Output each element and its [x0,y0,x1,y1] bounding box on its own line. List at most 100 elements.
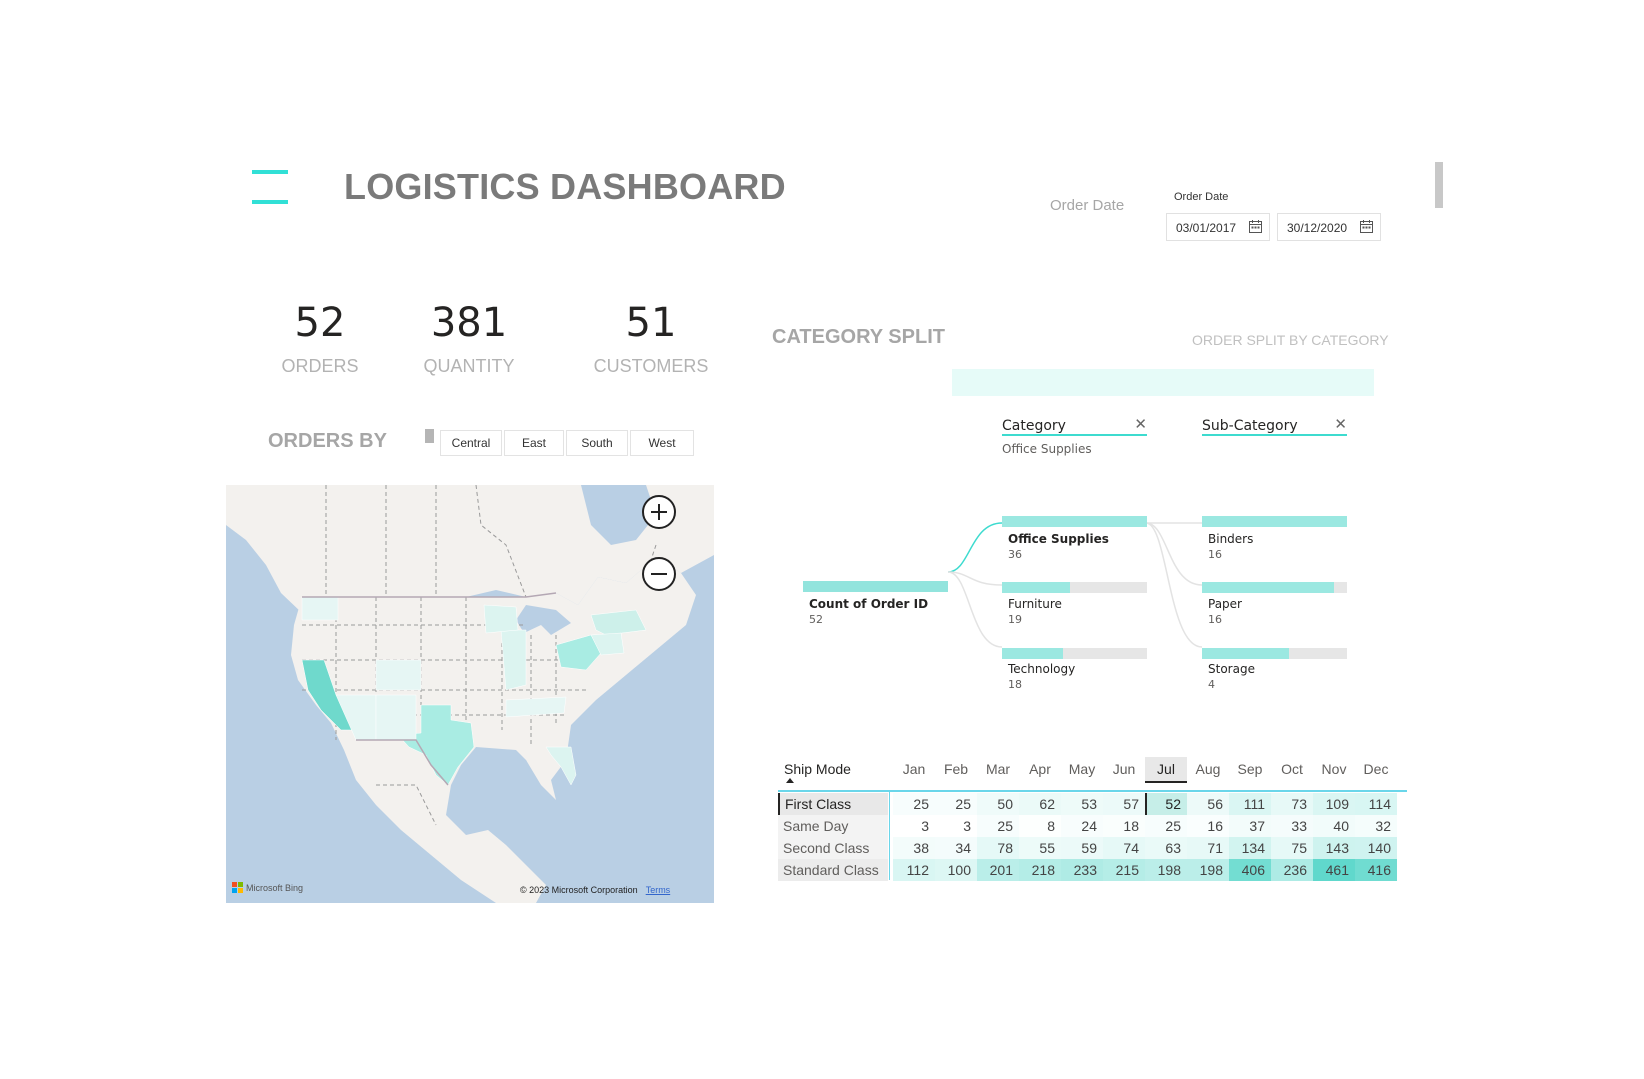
subcategory-node-bar[interactable] [1202,516,1347,527]
matrix-cell[interactable]: 3 [935,815,977,837]
matrix-cell[interactable]: 134 [1229,837,1271,859]
matrix-cell[interactable]: 416 [1355,859,1397,881]
calendar-icon[interactable] [1249,220,1262,233]
matrix-column-header[interactable]: Nov [1313,761,1355,777]
matrix-cell[interactable]: 50 [977,793,1019,815]
close-icon[interactable]: ✕ [1134,415,1147,433]
region-button-east[interactable]: East [504,430,564,456]
matrix-cell[interactable]: 78 [977,837,1019,859]
matrix-column-header[interactable]: Apr [1019,761,1061,777]
matrix-cell[interactable]: 75 [1271,837,1313,859]
matrix-column-header[interactable]: Aug [1187,761,1229,777]
root-node-bar[interactable] [803,581,948,592]
matrix-row-header[interactable]: Ship Mode [784,761,851,777]
matrix-cell[interactable]: 215 [1103,859,1145,881]
matrix-column-header[interactable]: Jul [1145,757,1187,783]
matrix-cell[interactable]: 55 [1019,837,1061,859]
subcategory-node-bar[interactable] [1202,582,1347,593]
matrix-cell[interactable]: 24 [1061,815,1103,837]
matrix-cell[interactable]: 143 [1313,837,1355,859]
matrix-cell[interactable]: 100 [935,859,977,881]
matrix-cell[interactable]: 74 [1103,837,1145,859]
calendar-icon[interactable] [1360,220,1373,233]
region-button-south[interactable]: South [566,430,628,456]
matrix-cell[interactable]: 57 [1103,793,1145,815]
category-node-bar[interactable] [1002,516,1147,527]
matrix-column-header[interactable]: Jun [1103,761,1145,777]
matrix-cell[interactable]: 109 [1313,793,1355,815]
map-basemap [226,485,714,903]
matrix-cell[interactable]: 114 [1355,793,1397,815]
matrix-cell[interactable]: 406 [1229,859,1271,881]
matrix-cell[interactable]: 32 [1355,815,1397,837]
matrix-cell[interactable]: 56 [1187,793,1229,815]
menu-icon-bar-bottom[interactable] [252,200,288,204]
matrix-cell[interactable]: 71 [1187,837,1229,859]
matrix-cell[interactable]: 461 [1313,859,1355,881]
matrix-cell[interactable]: 25 [935,793,977,815]
region-button-west[interactable]: West [630,430,694,456]
matrix-cell[interactable]: 198 [1145,859,1187,881]
matrix-column-header[interactable]: Jan [893,761,935,777]
category-node-label: Furniture [1008,597,1062,611]
map-copyright: © 2023 Microsoft Corporation Terms [520,885,670,895]
level-header-sub-category[interactable]: Sub-Category ✕ [1202,415,1347,436]
matrix-cell[interactable]: 37 [1229,815,1271,837]
matrix-row-label[interactable]: Standard Class [778,859,888,881]
matrix-cell[interactable]: 38 [893,837,935,859]
slicer-selection-marker[interactable] [425,429,434,443]
region-button-central[interactable]: Central [440,430,502,456]
matrix-cell[interactable]: 40 [1313,815,1355,837]
matrix-cell[interactable]: 233 [1061,859,1103,881]
level-header-category[interactable]: Category ✕ [1002,415,1147,436]
matrix-column-header[interactable]: Oct [1271,761,1313,777]
matrix-cell[interactable]: 25 [1145,815,1187,837]
close-icon[interactable]: ✕ [1334,415,1347,433]
kpi-customers-value: 51 [625,300,677,346]
matrix-cell[interactable]: 201 [977,859,1019,881]
subcategory-node-bar[interactable] [1202,648,1347,659]
zoom-out-button[interactable] [642,557,676,591]
terms-link[interactable]: Terms [646,885,671,895]
matrix-cell[interactable]: 3 [893,815,935,837]
matrix-cell[interactable]: 218 [1019,859,1061,881]
matrix-row-label[interactable]: Same Day [778,815,888,837]
matrix-cell[interactable]: 73 [1271,793,1313,815]
matrix-cell[interactable]: 52 [1145,793,1187,815]
matrix-cell[interactable]: 18 [1103,815,1145,837]
matrix-cell[interactable]: 25 [893,793,935,815]
matrix-cell[interactable]: 34 [935,837,977,859]
subcategory-node-label: Paper [1208,597,1242,611]
matrix-column-header[interactable]: Sep [1229,761,1271,777]
matrix-column-header[interactable]: Feb [935,761,977,777]
category-node-bar[interactable] [1002,582,1147,593]
orders-map[interactable]: Microsoft Bing © 2023 Microsoft Corporat… [226,485,714,903]
matrix-row-label[interactable]: First Class [778,793,888,815]
matrix-cell[interactable]: 112 [893,859,935,881]
sort-ascending-icon[interactable] [786,778,794,783]
zoom-in-button[interactable] [642,495,676,529]
matrix-cell[interactable]: 111 [1229,793,1271,815]
matrix-cell[interactable]: 198 [1187,859,1229,881]
matrix-cell[interactable]: 8 [1019,815,1061,837]
scrollbar-thumb[interactable] [1435,162,1443,208]
bing-label: Microsoft Bing [246,882,304,893]
menu-icon-bar-top[interactable] [252,170,288,174]
category-node-value: 18 [1008,678,1022,691]
matrix-column-header[interactable]: May [1061,761,1103,777]
matrix-cell[interactable]: 53 [1061,793,1103,815]
matrix-cell[interactable]: 59 [1061,837,1103,859]
matrix-cell[interactable]: 140 [1355,837,1397,859]
start-date-input[interactable]: 03/01/2017 [1166,213,1270,241]
matrix-cell[interactable]: 62 [1019,793,1061,815]
matrix-cell[interactable]: 236 [1271,859,1313,881]
matrix-column-header[interactable]: Mar [977,761,1019,777]
matrix-cell[interactable]: 63 [1145,837,1187,859]
matrix-cell[interactable]: 25 [977,815,1019,837]
end-date-input[interactable]: 30/12/2020 [1277,213,1381,241]
matrix-row-label[interactable]: Second Class [778,837,888,859]
category-node-bar[interactable] [1002,648,1147,659]
matrix-cell[interactable]: 16 [1187,815,1229,837]
matrix-cell[interactable]: 33 [1271,815,1313,837]
matrix-column-header[interactable]: Dec [1355,761,1397,777]
